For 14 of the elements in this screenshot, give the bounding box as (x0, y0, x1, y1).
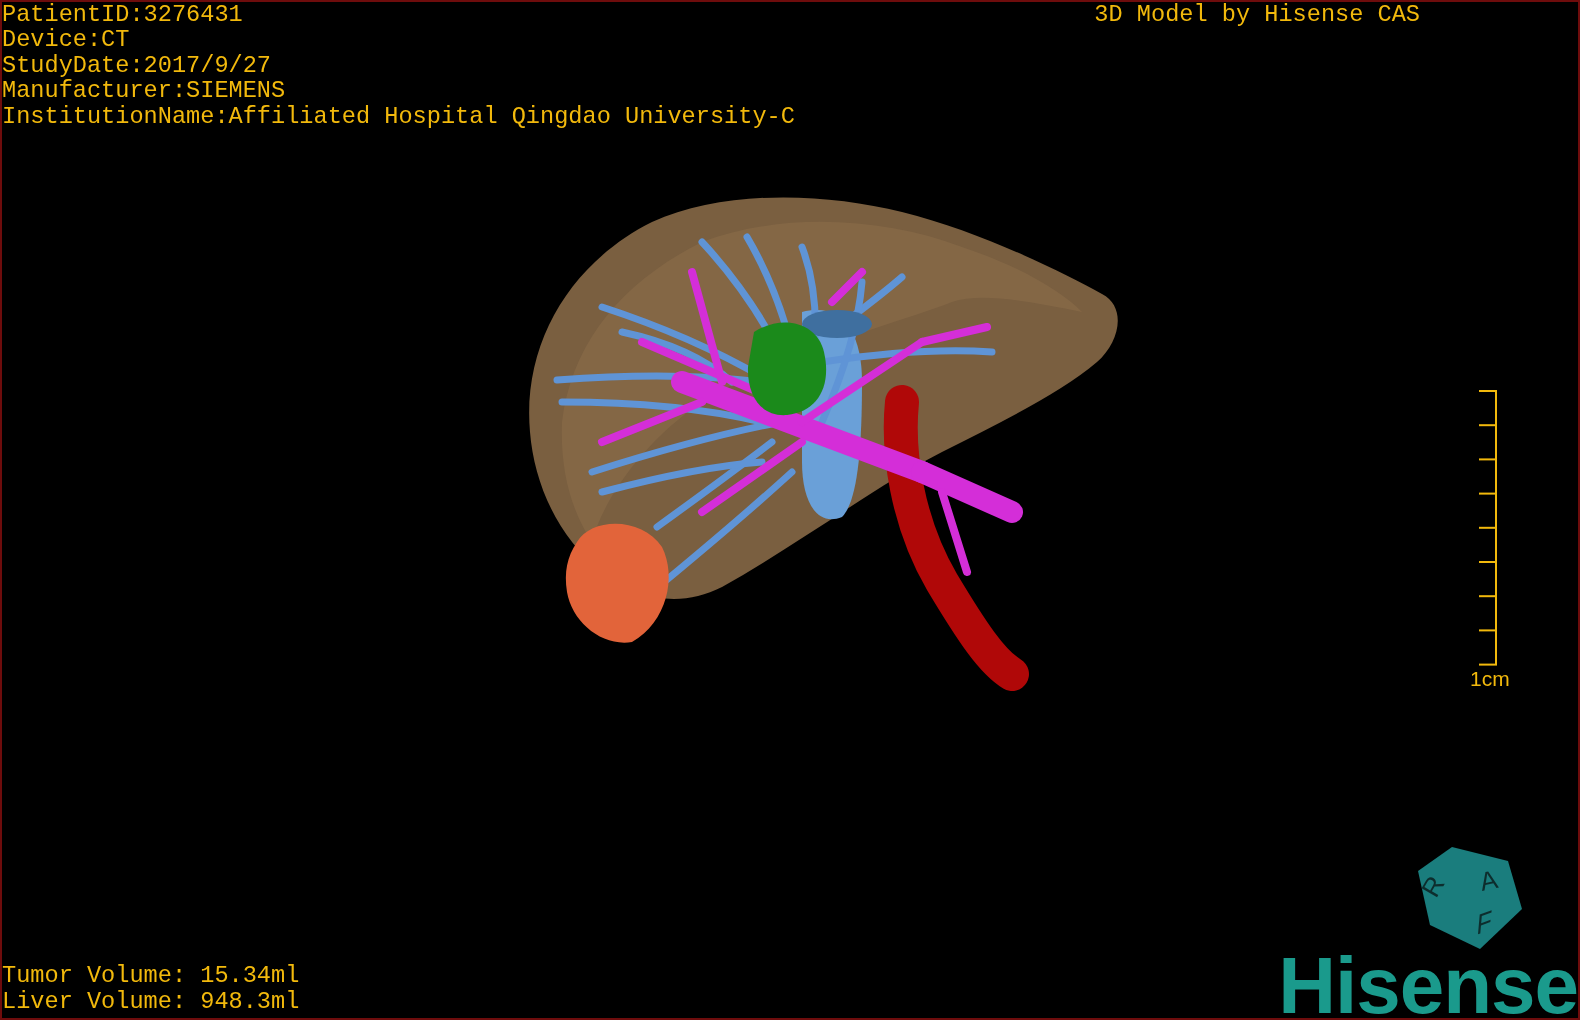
volume-reading: Tumor Volume: 15.34ml (2, 963, 300, 989)
cube-face-label: F (1475, 903, 1494, 942)
patient-info-line: InstitutionName:Affiliated Hospital Qingdao University-C (2, 103, 795, 130)
patient-info-line: Device:CT (2, 27, 131, 53)
patient-info-line: StudyDate:2017/9/27 (2, 52, 272, 79)
orientation-cube-icon[interactable] (1418, 847, 1522, 949)
viewer-title: 3D Model by Hisense CAS (1094, 2, 1420, 28)
cube-face-label: R (1415, 870, 1451, 902)
patient-info-line: PatientID:3276431 (2, 2, 244, 28)
volume-reading: Liver Volume: 948.3ml (2, 988, 300, 1014)
cube-face-label: A (1477, 863, 1501, 897)
brand-logo: Hisense (1278, 954, 1578, 1018)
patient-info-line: Manufacturer:SIEMENS (2, 78, 287, 104)
scale-bar-label: 1cm (1470, 668, 1511, 690)
